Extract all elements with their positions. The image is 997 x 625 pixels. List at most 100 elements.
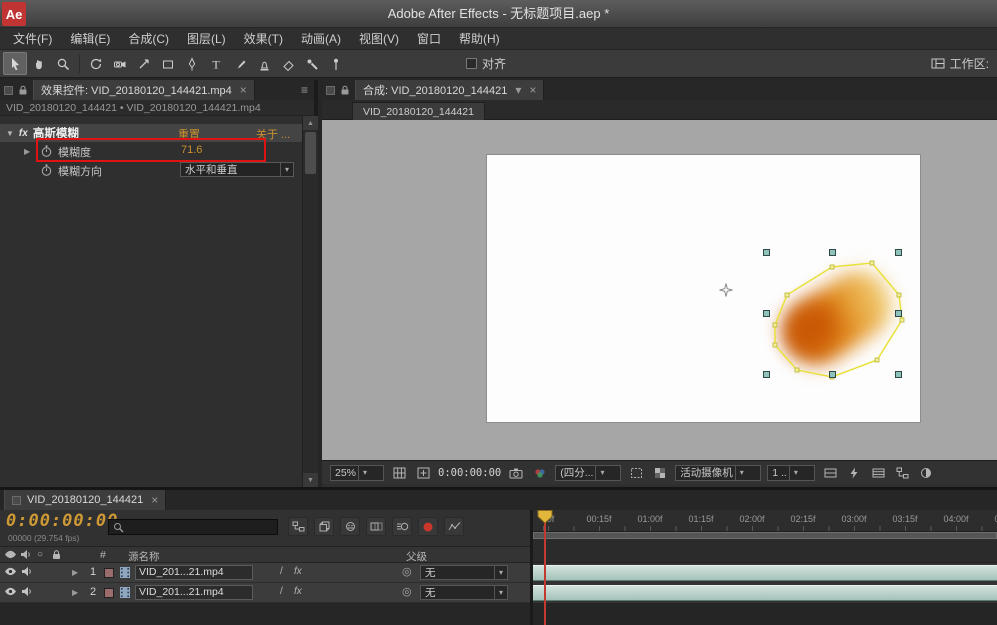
comp-flowchart-icon[interactable] (893, 465, 911, 481)
effects-switch[interactable]: fx (294, 566, 302, 577)
menu-item-composition[interactable]: 合成(C) (119, 28, 178, 50)
auto-keyframe-icon[interactable] (418, 517, 438, 536)
close-icon[interactable]: × (151, 493, 158, 507)
audio-column-icon[interactable] (20, 549, 31, 560)
audio-speaker-icon[interactable] (21, 586, 32, 597)
visibility-eye-icon[interactable] (4, 566, 17, 577)
clone-stamp-tool-button[interactable] (252, 52, 276, 75)
timeline-button-icon[interactable] (869, 465, 887, 481)
roto-brush-tool-button[interactable] (300, 52, 324, 75)
layer-name[interactable]: VID_201...21.mp4 (135, 585, 253, 600)
column-parent[interactable]: 父级 (406, 549, 427, 564)
selection-handle[interactable] (829, 371, 836, 378)
snapshot-camera-icon[interactable] (507, 465, 525, 481)
layer-duration-bar-2[interactable] (533, 585, 997, 601)
tab-composition[interactable]: 合成: VID_20180120_144421 ▾ × (355, 80, 544, 100)
timeline-ruler[interactable]: 00f 00:15f 01:00f 01:15f 02:00f 02:15f 0… (533, 510, 997, 532)
menu-item-view[interactable]: 视图(V) (350, 28, 408, 50)
twirl-closed-icon[interactable]: ▶ (24, 147, 30, 156)
frame-blend-switch[interactable]: / (280, 586, 283, 597)
work-area-bar[interactable] (533, 532, 997, 539)
mask-outline[interactable] (487, 155, 920, 422)
selection-tool-button[interactable] (3, 52, 27, 75)
show-channels-icon[interactable] (531, 465, 549, 481)
comp-mini-flowchart-icon[interactable] (288, 517, 308, 536)
panel-grip-icon[interactable] (4, 86, 13, 95)
selection-handle[interactable] (895, 249, 902, 256)
column-number[interactable]: # (100, 549, 106, 561)
layer-row-2[interactable]: ▶ 2 VID_201...21.mp4 / fx ◎ 无 ▾ (0, 583, 530, 603)
solo-column-icon[interactable]: ○ (37, 549, 43, 560)
search-box[interactable] (108, 519, 278, 535)
column-source-name[interactable]: 源名称 (128, 549, 160, 564)
panel-lock-icon[interactable] (339, 84, 351, 96)
draft-3d-icon[interactable] (314, 517, 334, 536)
selection-handle[interactable] (763, 249, 770, 256)
resolution-dropdown[interactable]: (四分... ▾ (555, 465, 621, 481)
menu-item-edit[interactable]: 编辑(E) (61, 28, 119, 50)
composition-frame[interactable] (487, 155, 920, 422)
close-icon[interactable]: × (240, 83, 247, 97)
current-time-indicator-line[interactable] (544, 510, 546, 625)
vertical-scrollbar[interactable]: ▲ ▼ (302, 116, 318, 487)
rotation-tool-button[interactable] (84, 52, 108, 75)
effects-switch[interactable]: fx (294, 586, 302, 597)
selection-handle[interactable] (763, 310, 770, 317)
stopwatch-icon[interactable] (40, 163, 53, 177)
shape-tool-button[interactable] (156, 52, 180, 75)
current-timecode[interactable]: 0:00:00:00 (6, 511, 118, 531)
view-layout-dropdown[interactable]: 1 .. ▾ (767, 465, 815, 481)
label-color-chip[interactable] (104, 588, 114, 598)
menu-item-effect[interactable]: 效果(T) (235, 28, 292, 50)
scroll-down-icon[interactable]: ▼ (303, 473, 318, 487)
lock-column-icon[interactable] (51, 549, 62, 560)
blur-direction-dropdown[interactable]: 水平和垂直 ▾ (180, 162, 294, 177)
panel-grip-icon[interactable] (326, 86, 335, 95)
pen-tool-button[interactable] (180, 52, 204, 75)
pan-behind-tool-button[interactable] (132, 52, 156, 75)
graph-editor-icon[interactable] (444, 517, 464, 536)
parent-pickwhip-icon[interactable]: ◎ (402, 585, 412, 598)
expand-icon[interactable]: ▶ (72, 588, 78, 597)
eraser-tool-button[interactable] (276, 52, 300, 75)
search-input[interactable] (128, 522, 273, 533)
scrollbar-thumb[interactable] (305, 132, 316, 174)
parent-pickwhip-icon[interactable]: ◎ (402, 565, 412, 578)
visibility-eye-icon[interactable] (4, 586, 17, 597)
twirl-open-icon[interactable]: ▼ (6, 129, 14, 138)
chevron-down-icon[interactable]: ▾ (515, 83, 521, 97)
snap-checkbox[interactable] (466, 58, 477, 69)
region-of-interest-icon[interactable] (627, 465, 645, 481)
menu-item-help[interactable]: 帮助(H) (450, 28, 509, 50)
type-tool-button[interactable]: T (204, 52, 228, 75)
active-camera-dropdown[interactable]: 活动摄像机 ▾ (675, 465, 761, 481)
brush-tool-button[interactable] (228, 52, 252, 75)
panel-lock-icon[interactable] (17, 84, 29, 96)
fast-previews-icon[interactable] (845, 465, 863, 481)
viewer-tab[interactable]: VID_20180120_144421 (352, 102, 485, 120)
menu-item-file[interactable]: 文件(F) (4, 28, 61, 50)
grid-guides-icon[interactable] (390, 465, 408, 481)
puppet-pin-tool-button[interactable] (324, 52, 348, 75)
audio-speaker-icon[interactable] (21, 566, 32, 577)
selection-handle[interactable] (895, 371, 902, 378)
scroll-up-icon[interactable]: ▲ (303, 116, 318, 130)
comp-timecode[interactable]: 0:00:00:00 (438, 467, 501, 479)
parent-dropdown[interactable]: 无 ▾ (420, 565, 508, 580)
reset-exposure-icon[interactable] (917, 465, 935, 481)
safe-zones-icon[interactable] (414, 465, 432, 481)
hide-shy-icon[interactable] (340, 517, 360, 536)
zoom-tool-button[interactable] (51, 52, 75, 75)
selection-handle[interactable] (895, 310, 902, 317)
expand-icon[interactable]: ▶ (72, 568, 78, 577)
tab-timeline[interactable]: VID_20180120_144421 × (4, 490, 166, 510)
menu-item-animation[interactable]: 动画(A) (292, 28, 350, 50)
workspace-control[interactable]: 工作区: (931, 50, 989, 77)
pixel-aspect-correction-icon[interactable] (821, 465, 839, 481)
anchor-point-icon[interactable] (719, 283, 733, 297)
menu-item-layer[interactable]: 图层(L) (178, 28, 235, 50)
current-time-indicator-head[interactable] (537, 510, 553, 524)
label-color-chip[interactable] (104, 568, 114, 578)
eye-column-icon[interactable] (4, 549, 17, 560)
magnification-dropdown[interactable]: 25% ▾ (330, 465, 384, 481)
